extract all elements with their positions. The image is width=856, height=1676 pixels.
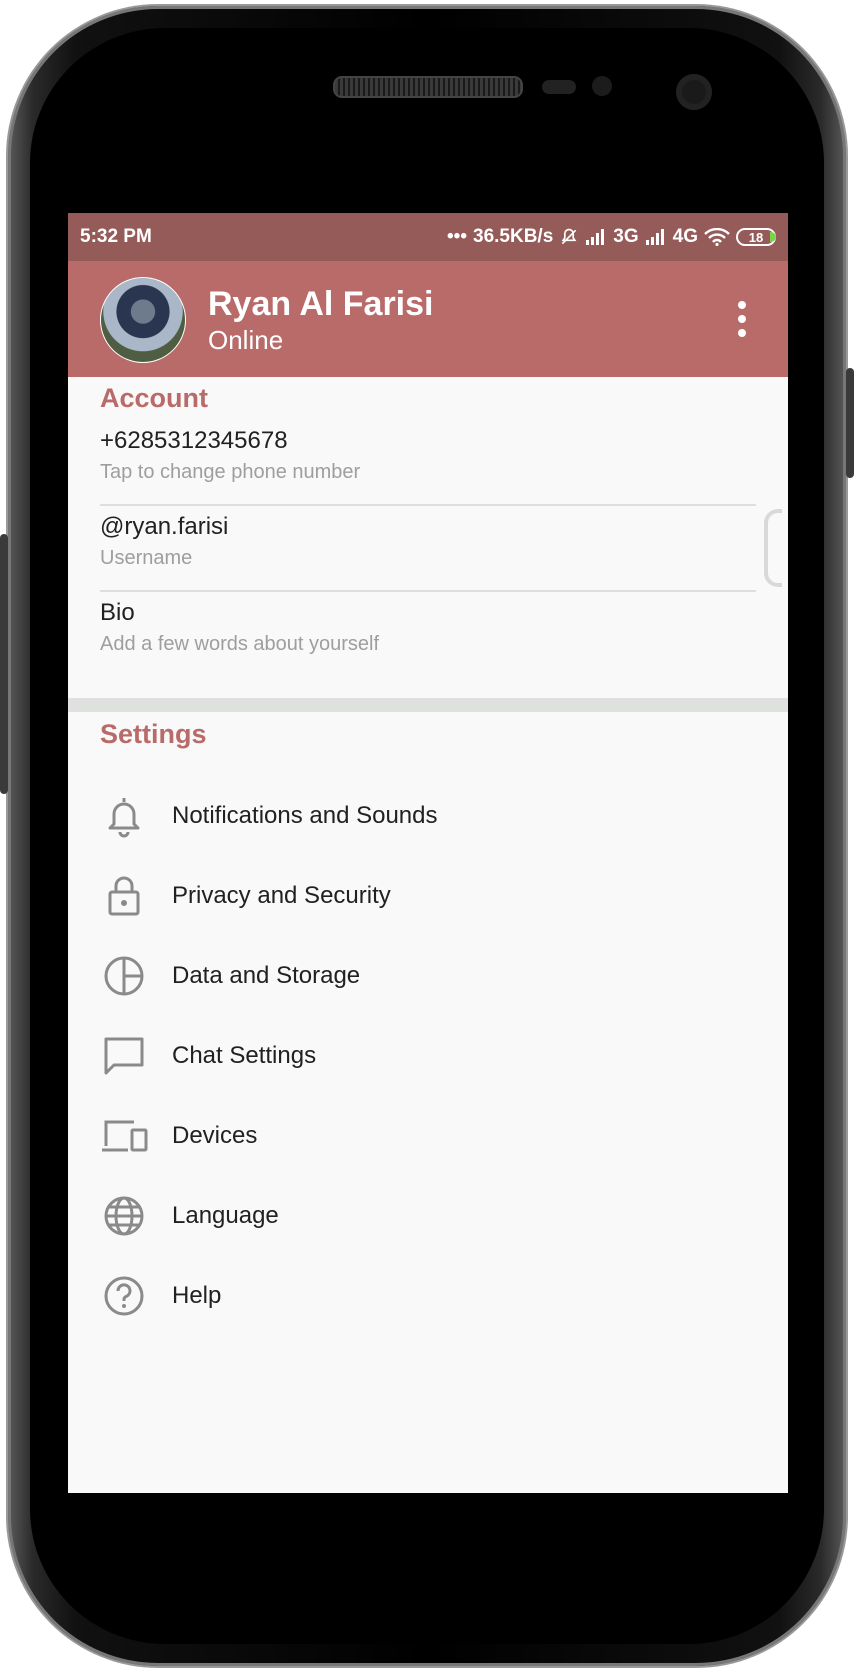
settings-item-label: Help [172,1282,222,1309]
mute-bell-icon [559,227,579,247]
light-sensor [592,76,612,96]
battery-level: 18 [748,229,764,245]
network-type-2: 4G [672,226,698,247]
divider [100,504,756,506]
settings-item-label: Devices [172,1122,258,1149]
more-vert-icon-dot [738,315,746,323]
avatar[interactable] [100,277,186,363]
more-vert-icon [738,301,746,309]
settings-item-label: Notifications and Sounds [172,802,438,829]
more-vert-icon-dot [738,329,746,337]
battery-icon: 18 [736,228,776,246]
username-row[interactable]: @ryan.farisi Username [100,513,756,570]
status-time: 5:32 PM [80,226,152,247]
globe-icon [100,1192,148,1240]
lock-icon [100,872,148,920]
settings-item-label: Data and Storage [172,962,361,989]
signal-icon [645,228,667,246]
proximity-sensor [542,80,576,94]
settings-item-language[interactable]: Language [68,1176,788,1256]
earpiece-speaker [333,76,523,98]
phone-number-row[interactable]: +6285312345678 Tap to change phone numbe… [100,427,756,484]
devices-icon [100,1112,148,1160]
account-section-title: Account [100,383,208,413]
signal-icon [585,228,607,246]
settings-item-notifications[interactable]: Notifications and Sounds [68,776,788,856]
power-button [846,368,854,478]
settings-item-data-storage[interactable]: Data and Storage [68,936,788,1016]
more-dots-icon: ••• [447,226,467,247]
profile-header: Ryan Al Farisi Online [68,261,788,377]
settings-section-title: Settings [100,719,207,749]
settings-item-chat[interactable]: Chat Settings [68,1016,788,1096]
settings-item-devices[interactable]: Devices [68,1096,788,1176]
chat-bubble-icon [100,1032,148,1080]
settings-item-label: Language [172,1202,279,1229]
username-hint: Username [100,547,193,569]
status-indicators: ••• 36.5KB/s 3G 4G 18 [447,226,776,248]
volume-button [0,534,8,794]
divider [100,590,756,592]
settings-item-help[interactable]: Help [68,1256,788,1336]
phone-number-hint: Tap to change phone number [100,461,361,483]
profile-name: Ryan Al Farisi [208,285,434,323]
more-options-button[interactable] [736,301,748,337]
username-value: @ryan.farisi [100,513,229,540]
profile-status: Online [208,325,284,355]
help-icon [100,1272,148,1320]
settings-item-label: Privacy and Security [172,882,391,909]
overscroll-indicator [764,509,782,587]
bio-hint: Add a few words about yourself [100,633,380,655]
bio-row[interactable]: Bio Add a few words about yourself [100,599,756,656]
network-type-1: 3G [613,226,639,247]
bio-value: Bio [100,599,135,626]
settings-item-label: Chat Settings [172,1042,317,1069]
status-bar: 5:32 PM ••• 36.5KB/s 3G 4G 18 [68,213,788,261]
bell-icon [100,792,148,840]
front-camera [676,74,712,110]
pie-chart-icon [100,952,148,1000]
section-separator [68,698,788,712]
settings-item-privacy[interactable]: Privacy and Security [68,856,788,936]
phone-number-value: +6285312345678 [100,427,288,454]
wifi-icon [704,228,730,246]
app-screen: 5:32 PM ••• 36.5KB/s 3G 4G 18 Ryan Al Fa… [68,213,788,1493]
net-speed: 36.5KB/s [473,226,554,247]
